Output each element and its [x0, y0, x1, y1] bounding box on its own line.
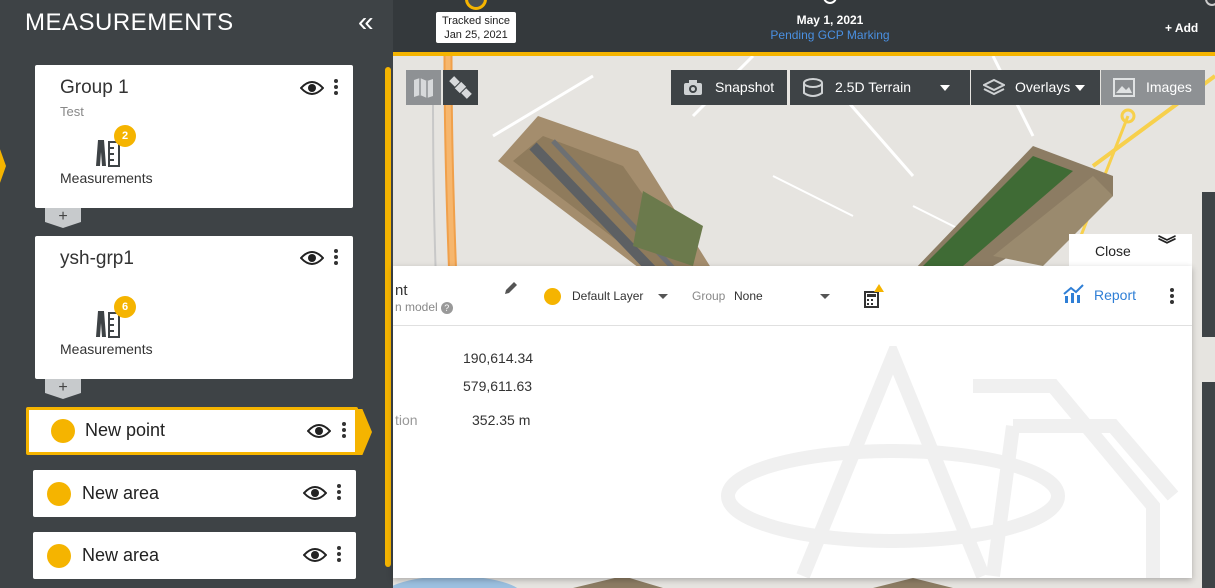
add-to-group-button[interactable]: + — [45, 208, 81, 228]
measurements-label: Measurements — [60, 341, 153, 357]
survey-status: Pending GCP Marking — [770, 28, 890, 42]
measurement-item-new-point[interactable]: New point — [26, 407, 358, 455]
visibility-eye-icon[interactable] — [300, 250, 324, 266]
group-select-label: Group — [692, 289, 726, 303]
group-subtitle: Test — [60, 104, 84, 119]
layer-color-dot — [544, 288, 561, 305]
visibility-eye-icon[interactable] — [300, 80, 324, 96]
measurement-count-badge: 2 — [114, 125, 136, 147]
snapshot-button[interactable]: Snapshot — [671, 70, 787, 105]
panel-header: nt n model? Default Layer Group None Rep… — [393, 266, 1192, 326]
sidebar-title: MEASUREMENTS — [25, 9, 234, 36]
right-map-tools[interactable] — [1202, 192, 1215, 337]
more-options-icon[interactable] — [336, 546, 342, 564]
images-button[interactable]: Images — [1101, 70, 1205, 105]
edit-pencil-icon[interactable] — [503, 280, 519, 296]
chevron-down-icon — [940, 85, 950, 91]
measurement-label: New point — [85, 420, 166, 440]
report-label: Report — [1094, 287, 1137, 303]
logo-watermark — [721, 346, 1179, 578]
help-icon[interactable]: ? — [440, 301, 453, 314]
map-icon — [414, 78, 433, 98]
chevron-down-icon[interactable] — [820, 294, 830, 299]
map-type-toggle — [406, 70, 478, 105]
images-label: Images — [1146, 79, 1192, 95]
camera-icon — [684, 80, 702, 95]
image-icon — [1113, 78, 1135, 97]
overlays-dropdown[interactable]: Overlays — [971, 70, 1100, 105]
measurements-sidebar: MEASUREMENTS « Group 1 Test 2 Measuremen… — [0, 0, 393, 588]
visibility-eye-icon[interactable] — [303, 485, 327, 501]
group-name: ysh-grp1 — [60, 248, 134, 269]
coordinate-value: 579,611.63 — [463, 378, 533, 394]
collapse-sidebar-icon[interactable]: « — [358, 8, 374, 36]
visibility-eye-icon[interactable] — [303, 547, 327, 563]
chart-report-icon — [1063, 284, 1084, 303]
visibility-eye-icon[interactable] — [307, 423, 331, 439]
layer-color-dot — [47, 482, 71, 506]
layer-color-dot — [47, 544, 71, 568]
chevron-down-icon[interactable] — [658, 294, 668, 299]
add-to-group-button[interactable]: + — [45, 379, 81, 399]
measurement-label: New area — [82, 545, 160, 565]
layer-color-dot — [51, 419, 75, 443]
more-options-icon[interactable] — [341, 422, 347, 440]
group-pointer-marker — [0, 148, 6, 184]
close-label: Close — [1095, 243, 1131, 259]
sidebar-scrollbar[interactable] — [385, 67, 391, 567]
survey-date[interactable]: May 1, 2021 — [770, 13, 890, 27]
elevation-model-label: n model — [395, 300, 438, 314]
right-map-tools-lower[interactable] — [1202, 382, 1215, 588]
tracked-since-tooltip: Tracked since Jan 25, 2021 — [436, 12, 516, 43]
terrain-dropdown[interactable]: 2.5D Terrain — [790, 70, 970, 105]
calculator-warning-icon[interactable] — [864, 284, 884, 308]
measurement-label: New area — [82, 483, 160, 503]
add-button[interactable]: + Add — [1165, 21, 1198, 35]
group-card-ysh-grp1[interactable]: ysh-grp1 6 Measurements — [35, 236, 353, 379]
layers-icon — [983, 78, 1005, 96]
terrain-label: 2.5D Terrain — [835, 79, 912, 95]
measurement-title[interactable]: nt — [395, 282, 408, 299]
group-card-group-1[interactable]: Group 1 Test 2 Measurements — [35, 65, 353, 208]
more-options-icon[interactable] — [336, 484, 342, 502]
group-select[interactable]: None — [734, 289, 763, 303]
measurement-detail-panel: nt n model? Default Layer Group None Rep… — [393, 266, 1192, 578]
elevation-label: tion — [395, 412, 418, 428]
group-name: Group 1 — [60, 77, 129, 98]
more-options-icon[interactable] — [333, 79, 339, 97]
measurement-item-new-area[interactable]: New area — [33, 470, 356, 517]
elevation-value: 352.35 m — [472, 412, 531, 428]
tracked-since-date: Jan 25, 2021 — [444, 29, 508, 41]
layer-select[interactable]: Default Layer — [572, 289, 643, 303]
satellite-view-button[interactable] — [443, 70, 478, 105]
coordinate-value: 190,614.34 — [463, 350, 534, 366]
tracked-since-label: Tracked since — [441, 15, 511, 27]
close-panel-button[interactable]: Close ︾ — [1069, 234, 1192, 268]
map-view-button[interactable] — [406, 70, 441, 105]
overlays-label: Overlays — [1015, 79, 1071, 95]
terrain-icon — [803, 78, 823, 97]
double-chevron-down-icon: ︾ — [1158, 235, 1176, 255]
chevron-down-icon — [1075, 85, 1085, 91]
snapshot-label: Snapshot — [715, 79, 775, 95]
satellite-icon — [449, 76, 472, 99]
measurement-source: n model? — [395, 300, 453, 314]
panel-more-options-icon[interactable] — [1169, 288, 1175, 306]
more-options-icon[interactable] — [333, 249, 339, 267]
measurements-label: Measurements — [60, 170, 153, 186]
measurement-item-new-area[interactable]: New area — [33, 532, 356, 579]
measurement-count-badge: 6 — [114, 296, 136, 318]
